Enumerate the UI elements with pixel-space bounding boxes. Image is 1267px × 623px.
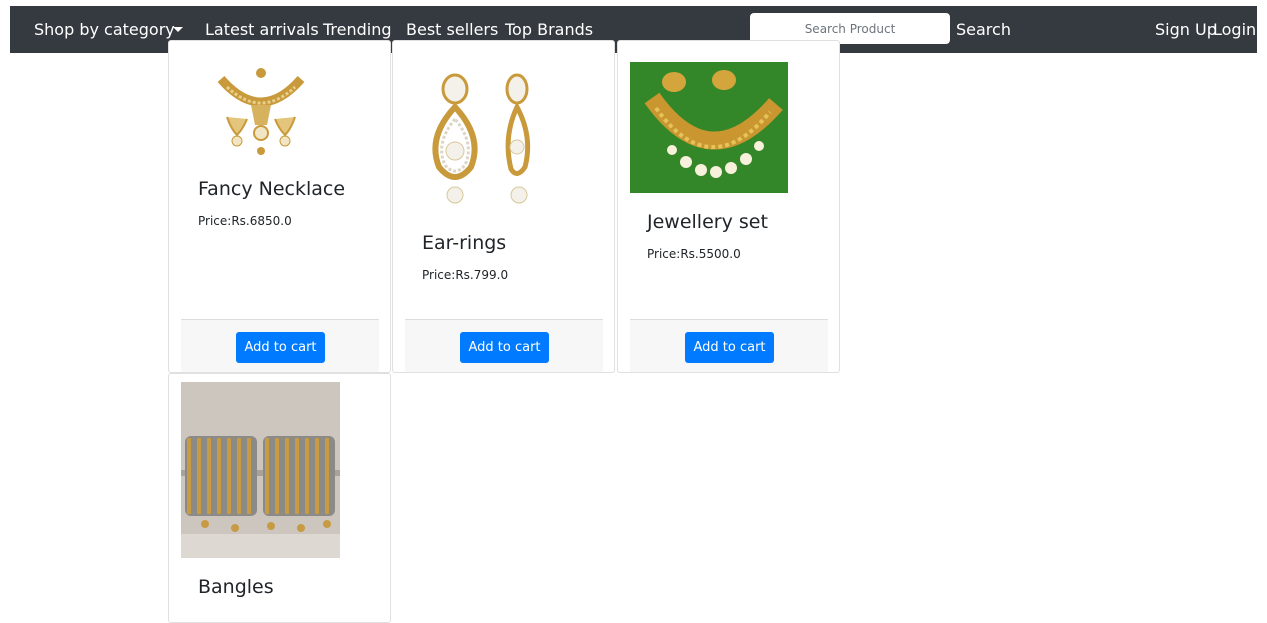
caret-down-icon [173,27,183,32]
product-title: Ear-rings [422,232,507,254]
card-footer: Add to cart [630,319,828,372]
search-button[interactable]: Search [956,6,1011,53]
product-title: Bangles [198,576,274,598]
product-price: Price:Rs.6850.0 [198,214,292,228]
product-title: Jewellery set [647,211,768,233]
sign-up-link[interactable]: Sign Up [1155,6,1217,53]
jewellery-set-image[interactable] [630,62,788,193]
card-footer: Add to cart [405,319,603,372]
add-to-cart-button[interactable]: Add to cart [236,332,325,363]
product-title: Fancy Necklace [198,178,346,200]
bangles-image[interactable] [181,382,340,558]
login-link[interactable]: Login [1213,6,1257,53]
card-footer: Add to cart [181,319,379,372]
product-card: Ear-rings Price:Rs.799.0 Add to cart [392,40,615,373]
product-card: Fancy Necklace Price:Rs.6850.0 Add to ca… [168,40,391,373]
add-to-cart-button[interactable]: Add to cart [685,332,774,363]
product-card: Jewellery set Price:Rs.5500.0 Add to car… [617,40,840,373]
product-card: Bangles [168,373,391,623]
earrings-image[interactable] [417,67,547,209]
product-price: Price:Rs.799.0 [422,268,509,282]
add-to-cart-button[interactable]: Add to cart [460,332,549,363]
shop-by-category-dropdown[interactable]: Shop by category [34,6,183,53]
product-price: Price:Rs.5500.0 [647,247,741,261]
necklace-image[interactable] [207,63,315,161]
shop-by-category-label: Shop by category [34,20,175,39]
